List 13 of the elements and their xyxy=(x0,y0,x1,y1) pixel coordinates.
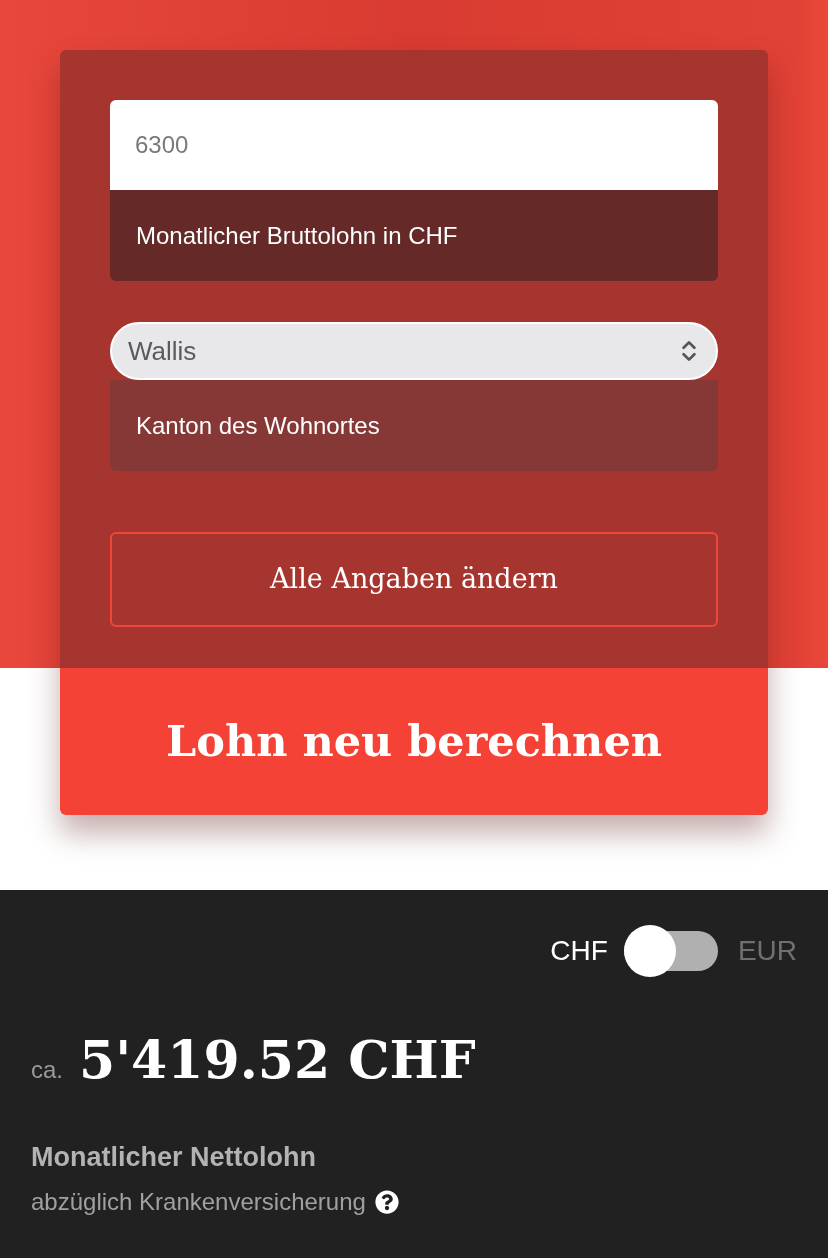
net-salary-amount: 5'419.52 CHF xyxy=(79,1028,476,1092)
currency-label: EUR xyxy=(737,934,797,968)
result-subtitle: abzüglich Krankenversicherung xyxy=(31,1186,366,1217)
result-title: Monatlicher Nettolohn xyxy=(31,1141,317,1174)
field-label: Monatlicher Bruttolohn in CHF xyxy=(110,190,718,281)
salary-input[interactable]: 6300 xyxy=(110,100,718,190)
edit-all-button[interactable]: Alle Angaben ändern xyxy=(110,532,718,627)
field-label: Kanton des Wohnortes xyxy=(110,380,718,471)
currency-label: CHF xyxy=(550,934,608,968)
approx-prefix: ca. xyxy=(31,1055,63,1085)
currency-switch[interactable] xyxy=(623,925,718,977)
recalculate-button[interactable]: Lohn neu berechnen xyxy=(60,668,768,815)
canton-select[interactable]: Wallis xyxy=(110,322,718,380)
